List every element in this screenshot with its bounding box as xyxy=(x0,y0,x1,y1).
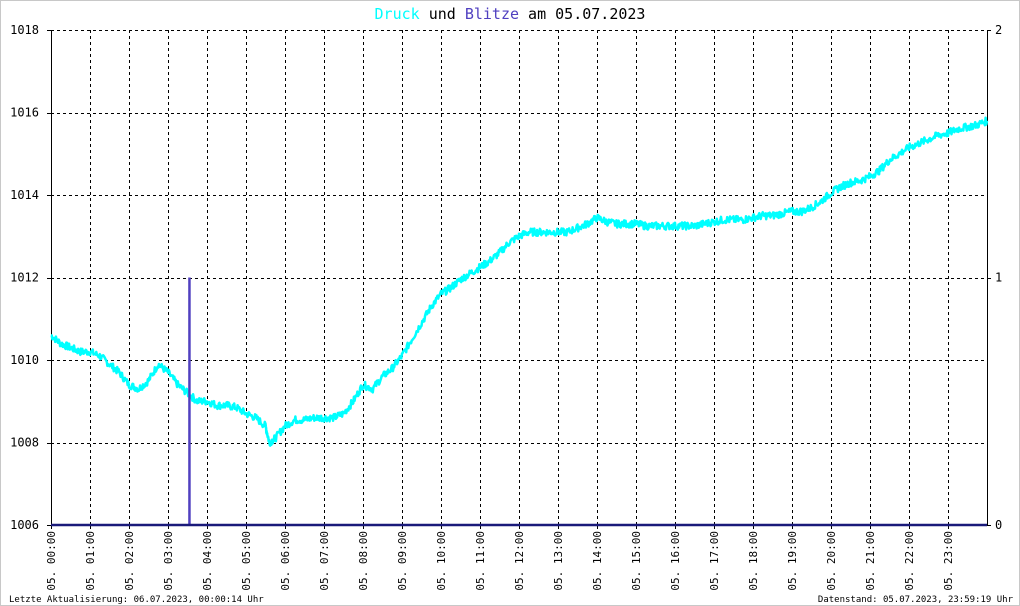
y-left-tick-label: 1016 xyxy=(10,106,39,120)
x-tick-label: 05. 12:00 xyxy=(513,531,526,591)
y-right-tick-label: 1 xyxy=(995,271,1002,285)
x-tick-label: 05. 15:00 xyxy=(630,531,643,591)
chart-title: Druck und Blitze am 05.07.2023 xyxy=(375,5,646,23)
y-right-tick-label: 0 xyxy=(995,518,1002,532)
x-tick-label: 05. 04:00 xyxy=(201,531,214,591)
pressure-lightning-chart: Druck und Blitze am 05.07.2023 1006 1008 1… xyxy=(0,0,1020,606)
x-tick-label: 05. 21:00 xyxy=(864,531,877,591)
chart-canvas: Druck und Blitze am 05.07.2023 100610081… xyxy=(9,5,1014,605)
x-tick-label: 05. 22:00 xyxy=(903,531,916,591)
title-blitze: Blitze xyxy=(465,5,519,23)
x-tick-label: 05. 01:00 xyxy=(84,531,97,591)
y-left-tick-label: 1008 xyxy=(10,436,39,450)
y-axis-left-ticks: 1006 1008 1010 1012 1014 1016 1018 xyxy=(10,23,51,532)
title-und: und xyxy=(420,5,465,23)
x-tick-label: 05. 13:00 xyxy=(552,531,565,591)
y-left-tick-label: 1012 xyxy=(10,271,39,285)
x-axis-ticks: 05. 00:00 05. 01:00 05. 02:00 05. 03:00 05. … xyxy=(45,525,955,591)
y-left-tick-label: 1010 xyxy=(10,353,39,367)
title-date: am 05.07.2023 xyxy=(519,5,645,23)
footer-last-update: Letzte Aktualisierung: 06.07.2023, 00:00… xyxy=(9,595,264,605)
x-tick-label: 05. 19:00 xyxy=(786,531,799,591)
x-tick-label: 05. 14:00 xyxy=(591,531,604,591)
x-tick-label: 05. 06:00 xyxy=(279,531,292,591)
x-tick-label: 05. 09:00 xyxy=(396,531,409,591)
x-tick-label: 05. 11:00 xyxy=(474,531,487,591)
x-tick-label: 05. 17:00 xyxy=(708,531,721,591)
x-tick-label: 05. 08:00 xyxy=(357,531,370,591)
y-right-tick-label: 2 xyxy=(995,23,1002,37)
y-axis-right-ticks: 0 1 2 xyxy=(987,23,1002,532)
y-left-tick-label: 1006 xyxy=(10,518,39,532)
footer-data-status: Datenstand: 05.07.2023, 23:59:19 Uhr xyxy=(818,595,1014,605)
x-tick-label: 05. 03:00 xyxy=(162,531,175,591)
y-left-tick-label: 1014 xyxy=(10,188,39,202)
y-left-tick-label: 1018 xyxy=(10,23,39,37)
x-tick-label: 05. 07:00 xyxy=(318,531,331,591)
x-tick-label: 05. 00:00 xyxy=(45,531,58,591)
x-tick-label: 05. 23:00 xyxy=(942,531,955,591)
grid-layer xyxy=(51,30,988,525)
x-tick-label: 05. 16:00 xyxy=(669,531,682,591)
x-tick-label: 05. 10:00 xyxy=(435,531,448,591)
title-druck: Druck xyxy=(375,5,420,23)
x-tick-label: 05. 20:00 xyxy=(825,531,838,591)
x-tick-label: 05. 05:00 xyxy=(240,531,253,591)
x-tick-label: 05. 02:00 xyxy=(123,531,136,591)
x-tick-label: 05. 18:00 xyxy=(747,531,760,591)
